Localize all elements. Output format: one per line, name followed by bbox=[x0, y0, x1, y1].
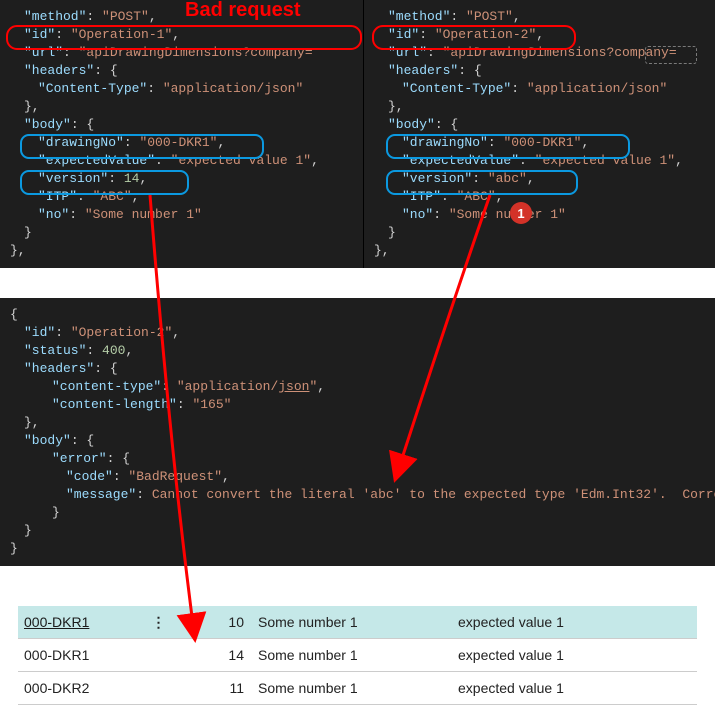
json-value: "apiDrawingDimensions?company= bbox=[443, 45, 677, 60]
json-key: "Content-Type" bbox=[38, 81, 147, 96]
json-key: "code" bbox=[66, 469, 113, 484]
drawing-no-cell[interactable]: 000-DKR1 bbox=[18, 647, 144, 663]
version-cell: 14 bbox=[174, 647, 258, 663]
json-key: "body" bbox=[24, 117, 71, 132]
json-key: "status" bbox=[24, 343, 86, 358]
code-pane-right[interactable]: "method": "POST", "id": "Operation-2", "… bbox=[364, 0, 715, 268]
json-key: "error" bbox=[52, 451, 107, 466]
table-row[interactable]: 000-DKR1 ⋮ 10 Some number 1 expected val… bbox=[18, 606, 697, 639]
json-value: 400 bbox=[102, 343, 125, 358]
json-key: "ITP" bbox=[38, 189, 77, 204]
json-key: "id" bbox=[24, 325, 55, 340]
json-key: "body" bbox=[388, 117, 435, 132]
json-value: "application/ bbox=[177, 379, 278, 394]
json-key: "url" bbox=[388, 45, 427, 60]
expected-cell: expected value 1 bbox=[458, 647, 697, 663]
json-value: "abc" bbox=[488, 171, 527, 186]
json-value: "expected value 1" bbox=[171, 153, 311, 168]
json-value: "000-DKR1" bbox=[139, 135, 217, 150]
json-key: "expectedValue" bbox=[402, 153, 519, 168]
json-value: "POST" bbox=[102, 9, 149, 24]
expected-cell: expected value 1 bbox=[458, 614, 697, 630]
json-value: "ABC" bbox=[93, 189, 132, 204]
json-value-underlined: json bbox=[278, 379, 309, 394]
annotation-badge-1: 1 bbox=[510, 202, 532, 224]
json-value: "Operation-2" bbox=[71, 325, 172, 340]
json-key: "version" bbox=[402, 171, 472, 186]
json-key: "headers" bbox=[24, 63, 94, 78]
json-key: "id" bbox=[388, 27, 419, 42]
row-menu-icon[interactable]: ⋮ bbox=[144, 614, 174, 631]
table-row[interactable]: 000-DKR1 14 Some number 1 expected value… bbox=[18, 639, 697, 672]
version-cell: 10 bbox=[174, 614, 258, 630]
json-key: "id" bbox=[24, 27, 55, 42]
json-value: "apiDrawingDimensions?company= bbox=[79, 45, 313, 60]
code-request-compare: Bad request "method": "POST", "id": "Ope… bbox=[0, 0, 715, 268]
json-value: "expected value 1" bbox=[535, 153, 675, 168]
code-response-pane[interactable]: { "id": "Operation-2", "status": 400, "h… bbox=[0, 298, 715, 566]
json-key: "content-length" bbox=[52, 397, 177, 412]
table-row[interactable]: 000-DKR2 11 Some number 1 expected value… bbox=[18, 672, 697, 705]
version-cell: 11 bbox=[174, 680, 258, 696]
json-value: "Some number 1" bbox=[449, 207, 566, 222]
json-key: "method" bbox=[24, 9, 86, 24]
json-key: "method" bbox=[388, 9, 450, 24]
json-key: "message" bbox=[66, 487, 136, 502]
json-value: 14 bbox=[124, 171, 140, 186]
expected-cell: expected value 1 bbox=[458, 680, 697, 696]
json-value: "Operation-2" bbox=[435, 27, 536, 42]
code-pane-left[interactable]: "method": "POST", "id": "Operation-1", "… bbox=[0, 0, 364, 268]
json-key: "headers" bbox=[24, 361, 94, 376]
json-value: "000-DKR1" bbox=[503, 135, 581, 150]
json-key: "body" bbox=[24, 433, 71, 448]
json-key: "expectedValue" bbox=[38, 153, 155, 168]
json-key: "no" bbox=[38, 207, 69, 222]
number-cell: Some number 1 bbox=[258, 647, 458, 663]
json-key: "drawingNo" bbox=[38, 135, 124, 150]
json-key: "url" bbox=[24, 45, 63, 60]
number-cell: Some number 1 bbox=[258, 680, 458, 696]
number-cell: Some number 1 bbox=[258, 614, 458, 630]
error-message: Cannot convert the literal 'abc' to the … bbox=[152, 487, 715, 502]
json-value: "BadRequest" bbox=[128, 469, 222, 484]
json-key: "Content-Type" bbox=[402, 81, 511, 96]
json-value: "application/json" bbox=[527, 81, 667, 96]
json-key: "headers" bbox=[388, 63, 458, 78]
json-key: "drawingNo" bbox=[402, 135, 488, 150]
json-value: "ABC" bbox=[457, 189, 496, 204]
json-key: "no" bbox=[402, 207, 433, 222]
json-value: "application/json" bbox=[163, 81, 303, 96]
drawing-no-cell[interactable]: 000-DKR1 bbox=[18, 614, 144, 630]
json-key: "ITP" bbox=[402, 189, 441, 204]
json-value: "POST" bbox=[466, 9, 513, 24]
json-value: "Some number 1" bbox=[85, 207, 202, 222]
data-table: 000-DKR1 ⋮ 10 Some number 1 expected val… bbox=[18, 606, 697, 705]
json-value: "Operation-1" bbox=[71, 27, 172, 42]
json-value: "165" bbox=[192, 397, 231, 412]
json-key: "version" bbox=[38, 171, 108, 186]
json-key: "content-type" bbox=[52, 379, 161, 394]
drawing-no-cell[interactable]: 000-DKR2 bbox=[18, 680, 144, 696]
